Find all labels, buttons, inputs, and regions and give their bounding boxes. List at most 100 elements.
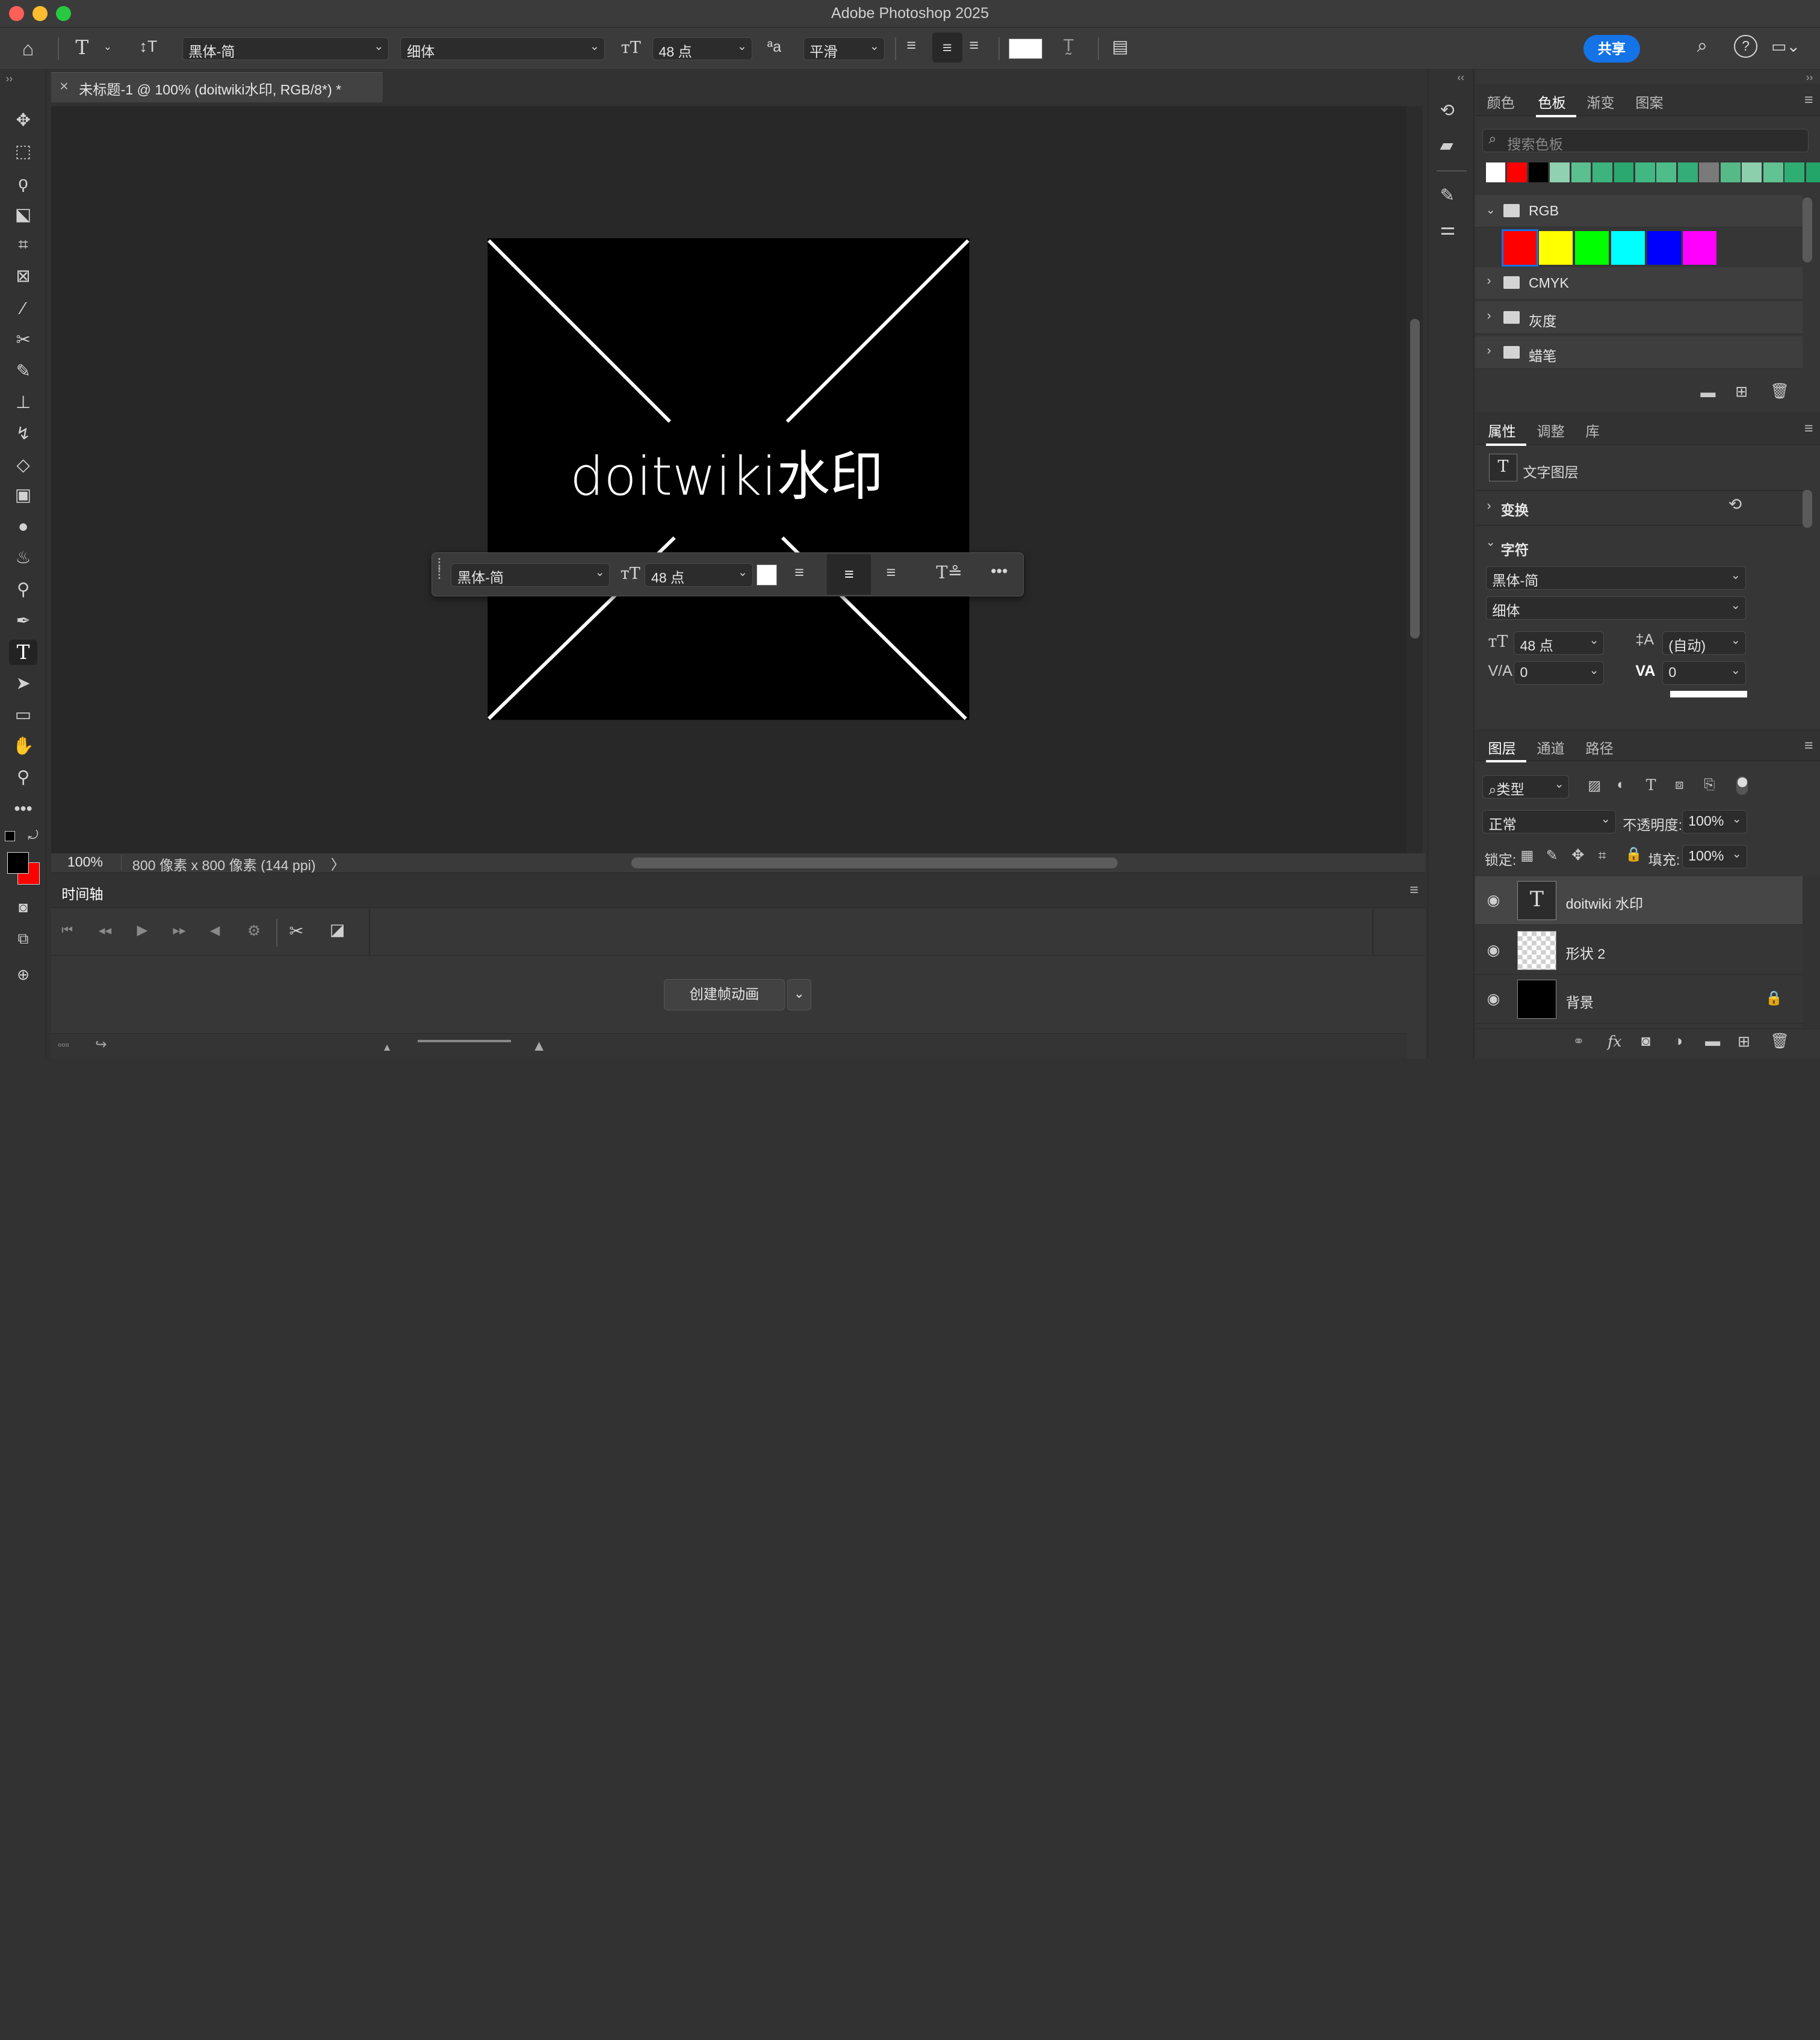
swatch-group-rgb[interactable]: ⌄ RGB [1475,194,1803,227]
layer-row[interactable]: ◉ 背景 🔒 [1475,975,1803,1024]
prop-font-style-select[interactable]: 细体 ⌄ [1485,596,1746,620]
prop-font-size-select[interactable]: 48 点 ⌄ [1513,631,1605,655]
recent-swatch[interactable] [1720,162,1741,182]
crop-tool-icon[interactable]: ⌗ [9,232,37,258]
clone-stamp-tool-icon[interactable]: ⊥ [9,390,37,415]
document-canvas[interactable]: doitwiki水印 [51,106,1407,853]
tab-gradients[interactable]: 渐变 [1586,91,1614,112]
panel-menu-icon[interactable]: ≡ [1804,420,1813,437]
swatch-group-pastel[interactable]: › 蜡笔 [1475,336,1803,369]
create-frame-animation-button[interactable]: 创建帧动画 [664,978,785,1010]
anti-alias-select[interactable]: 平滑 ⌄ [803,37,885,61]
rgb-swatch[interactable] [1647,230,1681,265]
layer-row[interactable]: ◉ 形状 2 [1475,926,1803,975]
brush-settings-icon[interactable]: ✎ [1440,185,1454,206]
add-mask-icon[interactable]: ◙ [1641,1033,1650,1050]
vertical-scroll-thumb[interactable] [1410,319,1420,638]
layer-name[interactable]: doitwiki 水印 [1566,892,1644,913]
tab-layers[interactable]: 图层 [1488,737,1515,758]
timeline-zoom-slider[interactable] [418,1040,511,1042]
recent-swatch[interactable] [1485,162,1506,182]
settings-gear-icon[interactable]: ⚙ [247,922,261,940]
dodge-tool-icon[interactable]: ♨ [9,545,37,570]
help-icon[interactable]: ? [1734,34,1757,58]
zoom-out-mountain-icon[interactable]: ▲ [382,1041,392,1054]
new-group-folder-icon[interactable]: ▬ [1705,1033,1720,1050]
chevron-right-icon[interactable]: › [1487,344,1491,358]
context-align-center-icon[interactable]: ≡ [827,554,871,595]
history-brush-tool-icon[interactable]: ↯ [9,421,37,447]
layer-filter-select[interactable]: ⌕类型 ⌄ [1482,775,1570,799]
rgb-swatch[interactable] [1683,230,1717,265]
lock-pixels-icon[interactable]: ✎ [1546,847,1558,864]
kerning-select[interactable]: 0 ⌄ [1513,661,1605,685]
marquee-tool-icon[interactable]: ⬚ [9,139,37,164]
rectangle-tool-icon[interactable]: ▭ [9,702,37,728]
screen-mode-icon[interactable]: ⧉ [9,926,37,951]
first-frame-icon[interactable]: ⏮ [61,923,73,938]
filter-pixel-icon[interactable]: ▨ [1588,777,1601,794]
tab-libraries[interactable]: 库 [1585,420,1599,440]
swatch-group-grayscale[interactable]: › 灰度 [1475,301,1803,335]
opacity-field[interactable]: 100% ⌄ [1682,810,1747,833]
fill-field[interactable]: 100% ⌄ [1682,845,1747,868]
chevron-right-icon[interactable]: › [1487,274,1491,288]
align-left-icon[interactable]: ≡ [906,36,916,55]
tab-channels[interactable]: 通道 [1537,737,1564,758]
close-tab-icon[interactable]: ✕ [59,79,69,94]
recent-swatch[interactable] [1507,162,1527,182]
default-colors-icon[interactable] [4,830,16,842]
zoom-tool-icon[interactable]: ⚲ [9,765,37,790]
layer-name[interactable]: 背景 [1566,991,1594,1012]
text-color-swatch[interactable] [1008,38,1042,60]
comments-icon[interactable]: ▰ [1440,135,1453,156]
more-tools-icon[interactable]: ••• [9,796,37,821]
frame-tool-icon[interactable]: ⊠ [9,264,37,289]
adjustment-layer-icon[interactable]: ◑ [1674,1033,1683,1050]
type-tool-preset-icon[interactable]: T [75,36,88,59]
swap-colors-icon[interactable]: ⤾ [28,829,39,843]
recent-swatch[interactable] [1763,162,1783,182]
panel-menu-icon[interactable]: ≡ [1804,91,1813,109]
font-style-select[interactable]: 细体 ⌄ [400,37,605,61]
canvas-text-layer[interactable]: doitwiki水印 [570,445,884,507]
document-tab[interactable]: ✕ 未标题-1 @ 100% (doitwiki水印, RGB/8*) * [51,72,383,102]
tab-adjustments[interactable]: 调整 [1537,420,1564,440]
rgb-swatch[interactable] [1575,230,1609,265]
transform-section[interactable]: 变换 [1501,499,1529,519]
lasso-tool-icon[interactable]: ϙ [9,170,37,196]
zoom-in-mountain-icon[interactable]: ▲ [531,1037,546,1055]
new-layer-icon[interactable]: ⊞ [1738,1033,1750,1051]
healing-brush-tool-icon[interactable]: ✂ [9,327,37,353]
layers-scrollbar[interactable] [1803,876,1820,1027]
type-tool-icon[interactable]: T [9,639,37,666]
search-icon[interactable]: ⌕ [1697,35,1707,57]
visibility-eye-icon[interactable]: ◉ [1487,941,1500,959]
eyedropper-tool-icon[interactable]: ⁄ [9,296,37,321]
link-layers-icon[interactable]: ⚭ [1573,1033,1584,1049]
home-icon[interactable]: ⌂ [22,37,34,60]
filter-toggle[interactable] [1736,776,1748,796]
chevron-right-icon[interactable]: 〉 [331,853,345,874]
recent-swatch[interactable] [1635,162,1655,182]
context-font-family-select[interactable]: 黑体-简 ⌄ [451,563,610,587]
gradient-tool-icon[interactable]: ▣ [9,483,37,508]
canvas-area[interactable]: doitwiki水印 ⁞ ⁞ 黑体-简 ⌄ ᴛT 48 点 ⌄ ≡ ≡ ≡ T≗ ••… [51,105,1407,853]
share-feedback-icon[interactable]: ⊕ [9,962,37,988]
object-select-tool-icon[interactable]: ⬕ [9,202,37,227]
text-orientation-icon[interactable]: ↕T [139,37,157,56]
context-align-left-icon[interactable]: ≡ [794,563,804,582]
audio-icon[interactable]: ◀ [210,923,220,938]
new-group-folder-icon[interactable]: ▬ [1700,384,1715,401]
pen-tool-icon[interactable]: ✒ [9,608,37,634]
move-tool-icon[interactable]: ✥ [9,108,37,133]
delete-trash-icon[interactable]: 🗑 [1770,1033,1789,1050]
next-frame-icon[interactable]: ▸▸ [173,923,185,938]
blend-mode-select[interactable]: 正常 ⌄ [1482,810,1616,833]
collapse-right-icon[interactable]: ›› [1806,71,1813,84]
chevron-down-icon[interactable]: ⌄ [104,40,113,53]
swatch-search-field[interactable]: ⌕ 搜索色板 [1482,129,1809,152]
visibility-eye-icon[interactable]: ◉ [1487,990,1500,1008]
filter-smart-object-icon[interactable]: ⎘ [1704,776,1715,793]
split-scissors-icon[interactable]: ✂ [289,921,303,942]
